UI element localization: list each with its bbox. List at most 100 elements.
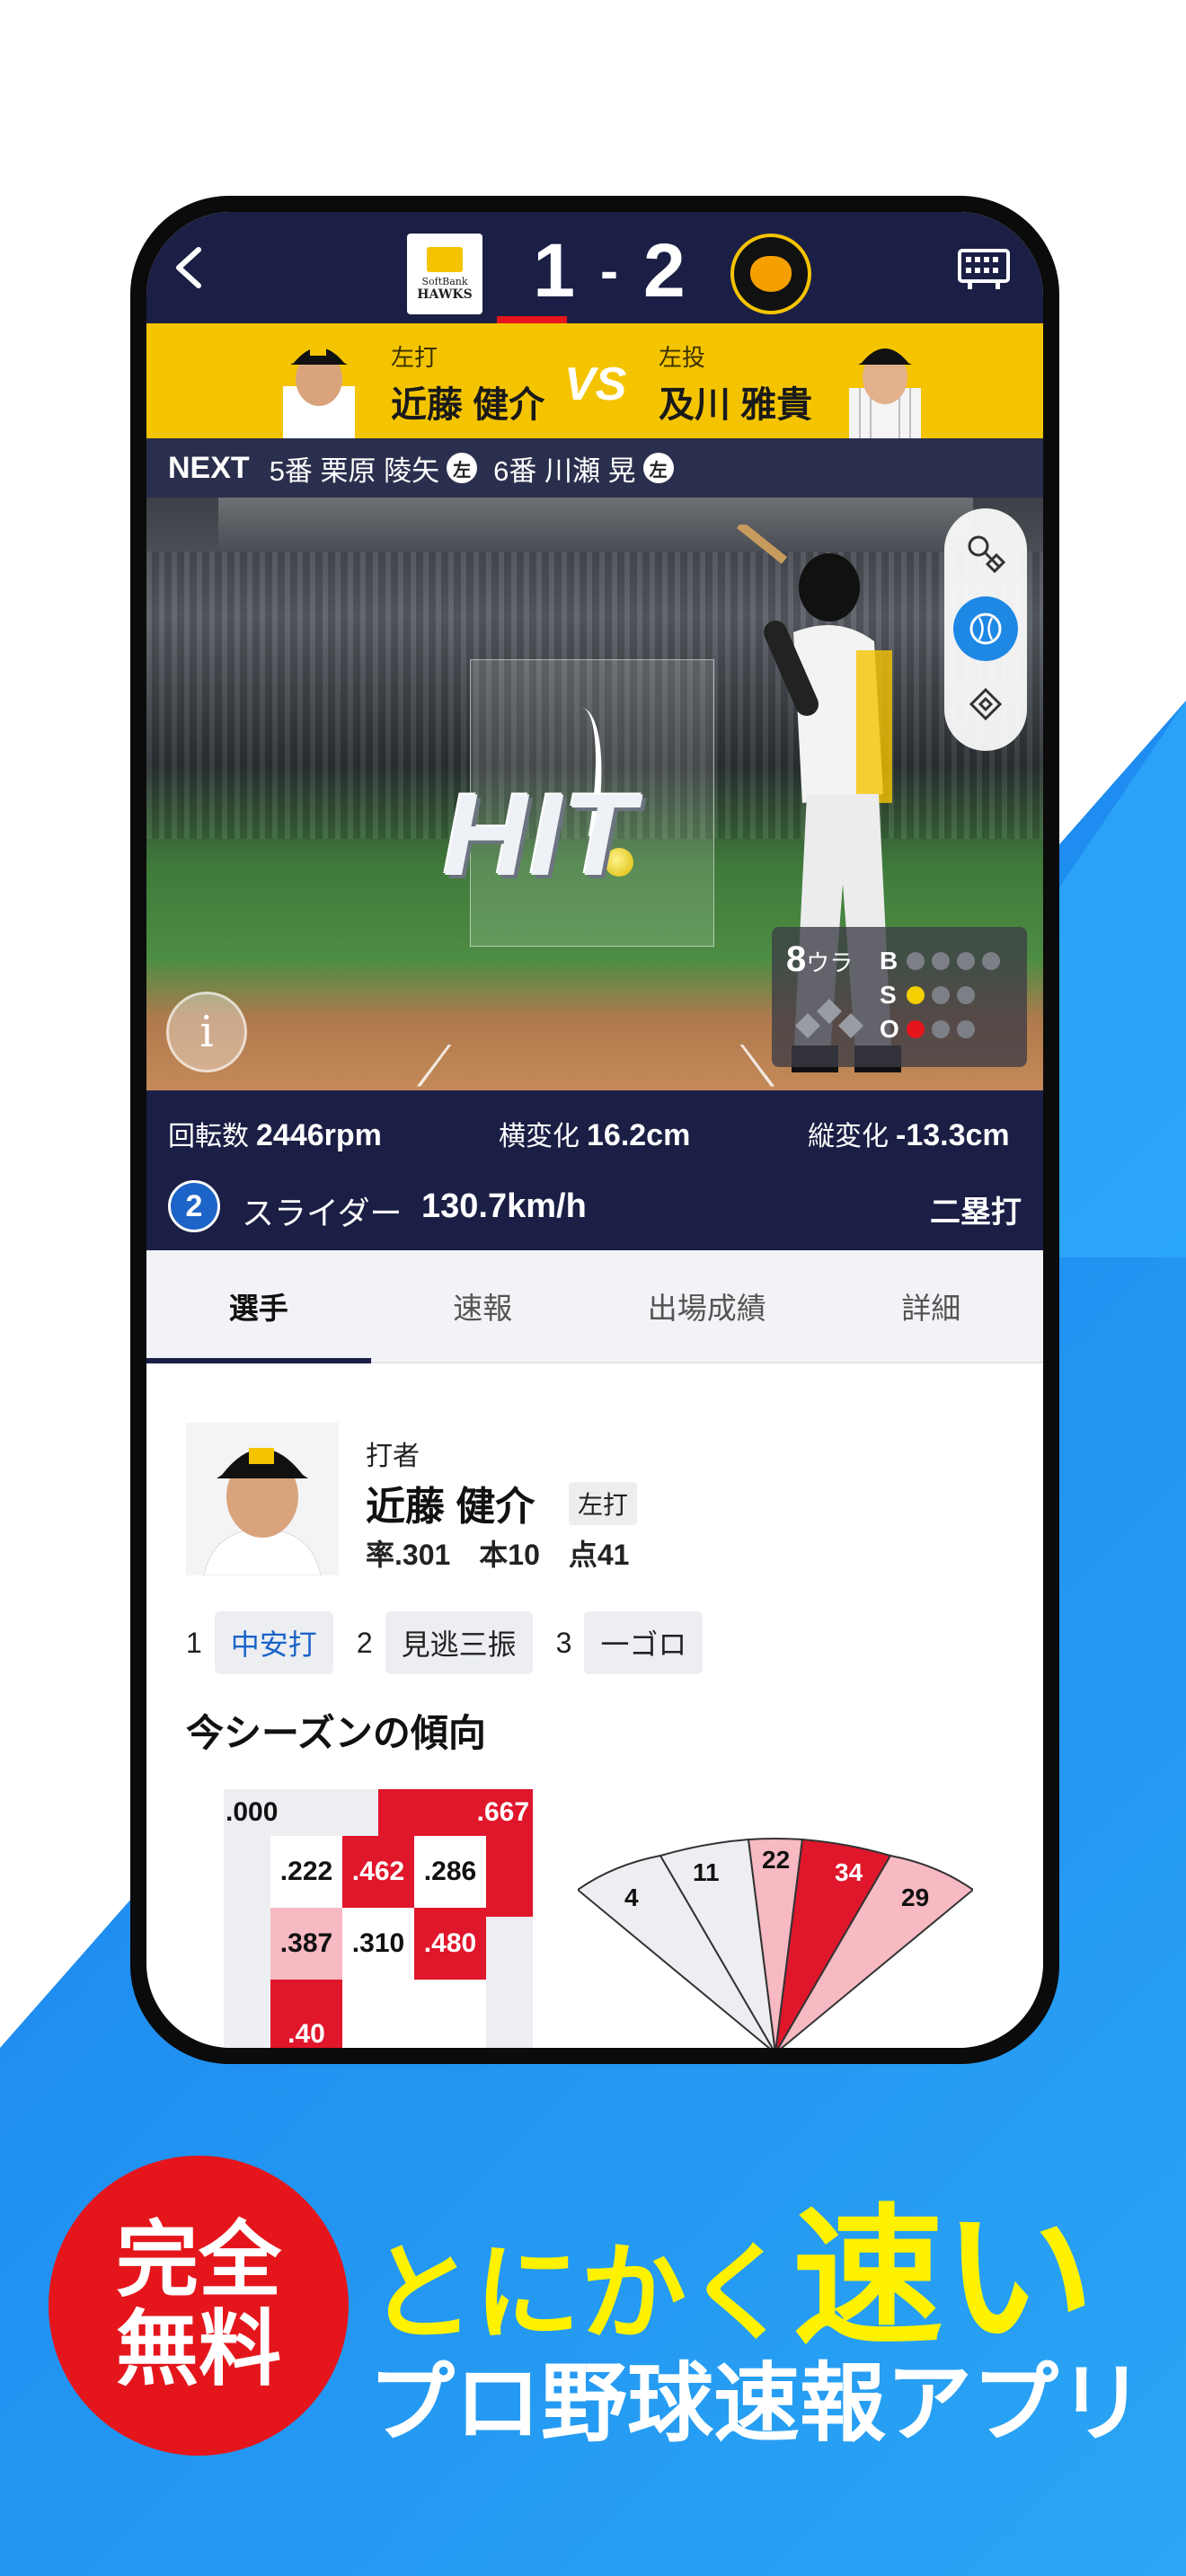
zone-cell-top-right: .667 (378, 1789, 533, 1836)
pitcher-hand: 左投 (659, 344, 706, 371)
pitch-result: 二塁打 (930, 1195, 1022, 1230)
hbreak-value: 16.2cm (587, 1118, 691, 1152)
pitch-view-button[interactable] (953, 521, 1018, 586)
at-bat-2-number: 2 (356, 1626, 373, 1659)
player-season-stats: 率.301 本10 点41 (366, 1539, 630, 1571)
tab-game-stats[interactable]: 出場成績 (595, 1250, 819, 1362)
next-batter-2-hand: 左 (642, 453, 674, 483)
outs-row: O (880, 1015, 982, 1044)
batter-name: 近藤 健介 (391, 385, 545, 425)
next-batter-2: 6番 川瀬 晃 (493, 454, 636, 487)
player-hand-badge: 左打 (569, 1482, 638, 1525)
batter-avatar (283, 345, 355, 438)
score-header: SoftBank HAWKS 1 - 2 (146, 212, 1043, 323)
tab-details[interactable]: 詳細 (819, 1250, 1044, 1362)
zone-cell-top-left: .000 (224, 1789, 378, 1836)
zone-cell-right-outer (484, 1836, 533, 1917)
pitch-number-badge: 2 (168, 1180, 220, 1232)
tab-player[interactable]: 選手 (146, 1250, 371, 1363)
zone-cell-r1c3: .286 (414, 1836, 486, 1908)
hawks-logo-line2: HAWKS (417, 287, 473, 302)
player-role: 打者 (366, 1442, 420, 1471)
score-underline (497, 316, 567, 323)
at-bat-1-number: 1 (186, 1626, 202, 1659)
camera-view-control (944, 508, 1027, 751)
pitcher-name: 及川 雅貴 (659, 385, 813, 425)
outs-label: O (880, 1015, 899, 1043)
pitcher-avatar (849, 348, 921, 438)
detail-tabs: 選手 速報 出場成績 詳細 (146, 1250, 1043, 1363)
info-button[interactable]: i (166, 992, 247, 1072)
bases-diamond-icon (795, 999, 863, 1038)
zone-cell-r2c2: .310 (342, 1908, 414, 1980)
zone-cell-r2c3: .480 (414, 1908, 486, 1980)
vbreak-value: -13.3cm (896, 1118, 1010, 1152)
phone-frame: SoftBank HAWKS 1 - 2 左打 近藤 健介 VS 左投 及川 雅… (130, 196, 1059, 2064)
vbreak-label: 縦変化 (808, 1122, 889, 1151)
spray-right-center: 34 (835, 1858, 863, 1886)
hit-overlay-text: HIT (443, 769, 637, 900)
at-bat-1-result[interactable]: 中安打 (214, 1611, 333, 1674)
player-photo (186, 1423, 339, 1575)
score-separator: - (600, 240, 618, 301)
zone-cell-r3c1: .40 (270, 1980, 342, 2048)
pitch-speed: 130.7km/h (421, 1187, 587, 1225)
free-badge-line1: 完全 (115, 2214, 281, 2307)
pitch-view-icon (968, 535, 1006, 574)
at-bat-results: 1 中安打 2 見逃三振 3 一ゴロ (186, 1611, 726, 1674)
spray-left: 4 (624, 1883, 639, 1911)
inning-number: 8 (786, 940, 807, 979)
ball-view-button[interactable] (953, 596, 1018, 661)
zone-cell-r1c2: .462 (342, 1836, 414, 1908)
zone-cell-right-lower (486, 1917, 533, 2048)
phone-screen: SoftBank HAWKS 1 - 2 左打 近藤 健介 VS 左投 及川 雅… (146, 212, 1043, 2048)
hawks-logo-line1: SoftBank (421, 275, 468, 287)
inning-indicator: 8ウラ (786, 940, 853, 980)
inning-half: ウラ (806, 949, 854, 976)
batter-hand: 左打 (391, 344, 438, 371)
baseball-icon (969, 613, 1002, 645)
zone-cell-r3c3 (414, 1980, 486, 2048)
hbreak-label: 横変化 (499, 1122, 580, 1151)
spray-center: 22 (762, 1846, 790, 1874)
pitch-stats-panel: 回転数 2446rpm 横変化 16.2cm 縦変化 -13.3cm 2 スライダー … (146, 1090, 1043, 1250)
balls-label: B (880, 947, 898, 975)
scoreboard-icon[interactable] (957, 248, 1011, 291)
field-view-button[interactable] (953, 672, 1018, 737)
info-icon: i (199, 1007, 214, 1057)
player-name: 近藤 健介 (366, 1485, 535, 1529)
balls-row: B (880, 947, 1007, 975)
count-box: 8ウラ B S O (772, 927, 1027, 1067)
zone-cell-r2c1: .387 (270, 1908, 342, 1980)
back-icon[interactable] (168, 243, 213, 293)
hawks-logo: SoftBank HAWKS (407, 234, 482, 314)
at-bat-3-number: 3 (555, 1626, 572, 1659)
pitch-type: スライダー (242, 1195, 403, 1231)
diamond-icon (969, 687, 1003, 721)
next-label: NEXT (168, 450, 250, 485)
next-batter-1-hand: 左 (447, 453, 478, 483)
zone-cell-r1c1: .222 (270, 1836, 342, 1908)
tab-live-updates[interactable]: 速報 (371, 1250, 596, 1362)
scoreboard: 1 - 2 (497, 228, 721, 313)
at-bat-3-result[interactable]: 一ゴロ (584, 1611, 704, 1674)
strikes-label: S (880, 981, 897, 1009)
zone-cell-left-outer (224, 1836, 270, 2048)
at-bat-2-result[interactable]: 見逃三振 (385, 1611, 533, 1674)
spray-chart: 4 11 22 34 29 (578, 1838, 973, 2048)
spray-left-center: 11 (693, 1858, 720, 1886)
hot-zone-grid: .000 .667 .222 .462 .286 .387 .310 .480 … (224, 1789, 538, 2048)
strikes-row: S (880, 981, 982, 1010)
spin-rate: 回転数 2446rpm (168, 1114, 382, 1153)
free-badge: 完全 無料 (49, 2156, 349, 2456)
free-badge-line2: 無料 (115, 2304, 281, 2395)
home-score: 1 (533, 227, 575, 313)
live-field-view: HIT i 8ウラ B S O (146, 498, 1043, 1090)
away-score: 2 (642, 227, 686, 313)
season-trend-title: 今シーズンの傾向 (186, 1712, 486, 1754)
horizontal-break: 横変化 16.2cm (499, 1114, 690, 1153)
next-batter-1: 5番 栗原 陵矢 (269, 454, 440, 487)
vertical-break: 縦変化 -13.3cm (808, 1114, 1010, 1153)
spin-label: 回転数 (168, 1122, 249, 1151)
spin-value: 2446rpm (256, 1118, 382, 1152)
